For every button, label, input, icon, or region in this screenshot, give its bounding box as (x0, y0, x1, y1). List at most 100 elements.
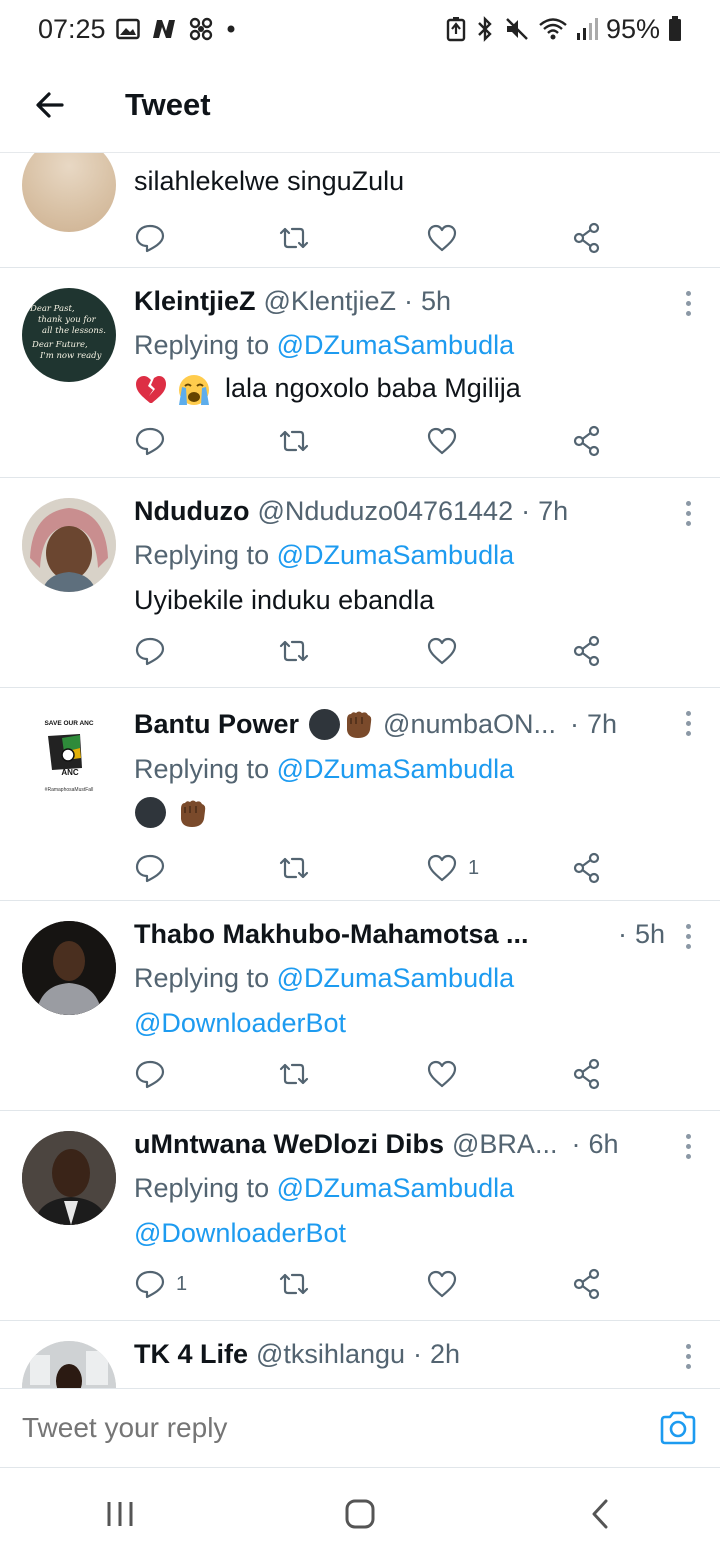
share-button[interactable] (572, 421, 602, 461)
tweet[interactable]: Thabo Makhubo-Mahamotsa ... · 5h Replyin… (0, 901, 720, 1111)
tweet-actions (134, 1054, 609, 1094)
replies-feed[interactable]: silahlekelwe singuZulu Dear Past, thank … (0, 153, 720, 1388)
tweet-time: 7h (538, 496, 569, 526)
tweet[interactable]: TK 4 Life @tksihlangu · 2h (0, 1321, 720, 1388)
user-name[interactable]: Thabo Makhubo-Mahamotsa ... (134, 919, 529, 950)
retweet-button[interactable] (277, 1054, 321, 1094)
replying-to-mention[interactable]: @DZumaSambudla (277, 330, 515, 360)
back-nav-button[interactable] (555, 1484, 645, 1544)
avatar[interactable] (22, 498, 116, 592)
user-handle[interactable]: @BRA... (452, 1129, 557, 1160)
reply-button[interactable] (134, 1054, 176, 1094)
user-handle[interactable]: @numbaON... (383, 709, 556, 740)
more-options-button[interactable] (684, 711, 692, 736)
share-button[interactable] (572, 1054, 602, 1094)
replying-to-label: Replying to (134, 754, 270, 784)
image-icon (115, 18, 140, 40)
like-button[interactable] (426, 1264, 468, 1304)
avatar-badge-text: ANC (61, 768, 79, 777)
avatar[interactable] (22, 921, 116, 1015)
tweet-header: Bantu Power @numbaON... · 7h (134, 708, 665, 740)
user-handle[interactable]: @Nduduzo04761442 (257, 496, 513, 527)
home-icon (345, 1499, 375, 1529)
reply-input[interactable] (22, 1412, 658, 1444)
reply-button[interactable]: 1 (134, 1264, 187, 1304)
retweet-button[interactable] (277, 1264, 321, 1304)
share-button[interactable] (572, 1264, 602, 1304)
share-icon (573, 425, 600, 457)
avatar-text-line: Dear Future, (31, 340, 88, 350)
tweet-actions (134, 421, 609, 461)
avatar[interactable] (22, 153, 116, 232)
recent-apps-button[interactable] (75, 1484, 165, 1544)
home-button[interactable] (315, 1484, 405, 1544)
like-button[interactable]: 1 (426, 848, 479, 888)
user-handle[interactable]: @tksihlangu (256, 1339, 405, 1370)
replying-to-mention[interactable]: @DZumaSambudla (277, 1173, 515, 1203)
retweet-button[interactable] (277, 631, 321, 671)
avatar[interactable] (22, 1341, 116, 1388)
avatar-text-line: I'm now ready (39, 351, 102, 361)
user-name[interactable]: Bantu Power (134, 709, 299, 740)
like-button[interactable] (426, 218, 468, 258)
share-button[interactable] (572, 631, 602, 671)
retweet-icon (279, 227, 309, 249)
tweet-header: TK 4 Life @tksihlangu · 2h (134, 1339, 665, 1370)
reply-button[interactable] (134, 421, 176, 461)
arrow-left-icon (36, 92, 64, 118)
tweet[interactable]: SAVE OUR ANC ANC #RamaphosaMustFall Bant… (0, 688, 720, 901)
reply-icon (135, 1060, 165, 1089)
user-name[interactable]: KleintjieZ (134, 286, 256, 317)
chevron-left-icon (592, 1499, 608, 1529)
heart-icon (427, 637, 457, 665)
reply-button[interactable] (134, 848, 176, 888)
share-button[interactable] (572, 218, 602, 258)
avatar[interactable]: SAVE OUR ANC ANC #RamaphosaMustFall (22, 708, 116, 802)
reply-button[interactable] (134, 218, 176, 258)
status-bar: 07:25 95% (0, 0, 720, 58)
replying-to: Replying to @DZumaSambudla (134, 330, 514, 361)
more-options-button[interactable] (684, 501, 692, 526)
tweet[interactable]: uMntwana WeDlozi Dibs @BRA... · 6h Reply… (0, 1111, 720, 1321)
replying-to-mention[interactable]: @DZumaSambudla (277, 963, 515, 993)
avatar-text-bottom: #RamaphosaMustFall (45, 787, 94, 793)
tweet-text-mention[interactable]: @DownloaderBot (134, 1218, 346, 1249)
separator: · (617, 919, 627, 949)
replying-to: Replying to @DZumaSambudla (134, 540, 514, 571)
reply-button[interactable] (134, 631, 176, 671)
retweet-button[interactable] (277, 848, 321, 888)
user-name[interactable]: TK 4 Life (134, 1339, 248, 1370)
like-button[interactable] (426, 421, 468, 461)
user-name[interactable]: uMntwana WeDlozi Dibs (134, 1129, 444, 1160)
share-button[interactable] (572, 848, 602, 888)
like-button[interactable] (426, 631, 468, 671)
status-time: 07:25 (38, 13, 106, 44)
more-options-button[interactable] (684, 1344, 692, 1369)
back-button[interactable] (20, 75, 80, 135)
replying-to-mention[interactable]: @DZumaSambudla (277, 540, 515, 570)
avatar-text-line: thank you for (38, 315, 97, 325)
tweet[interactable]: Dear Past, thank you for all the lessons… (0, 268, 720, 478)
user-name[interactable]: Nduduzo (134, 496, 249, 527)
more-options-button[interactable] (684, 924, 692, 949)
more-options-button[interactable] (684, 291, 692, 316)
n-app-icon (150, 18, 178, 40)
retweet-icon (279, 430, 309, 452)
camera-button[interactable] (658, 1408, 698, 1448)
more-options-button[interactable] (684, 1134, 692, 1159)
heart-icon (427, 427, 457, 455)
user-handle[interactable]: @KlentjieZ (264, 286, 396, 317)
like-button[interactable] (426, 1054, 468, 1094)
tweet-text-mention[interactable]: @DownloaderBot (134, 1008, 346, 1039)
avatar-image: SAVE OUR ANC ANC #RamaphosaMustFall (44, 720, 94, 793)
replying-to-mention[interactable]: @DZumaSambudla (277, 754, 515, 784)
share-icon (573, 1268, 600, 1300)
tweet[interactable]: silahlekelwe singuZulu (0, 153, 720, 268)
retweet-button[interactable] (277, 218, 321, 258)
retweet-button[interactable] (277, 421, 321, 461)
avatar[interactable]: Dear Past, thank you for all the lessons… (22, 288, 116, 382)
avatar[interactable] (22, 1131, 116, 1225)
signal-icon (576, 17, 598, 41)
wifi-icon (538, 16, 568, 42)
tweet[interactable]: Nduduzo @Nduduzo04761442 · 7h Replying t… (0, 478, 720, 688)
